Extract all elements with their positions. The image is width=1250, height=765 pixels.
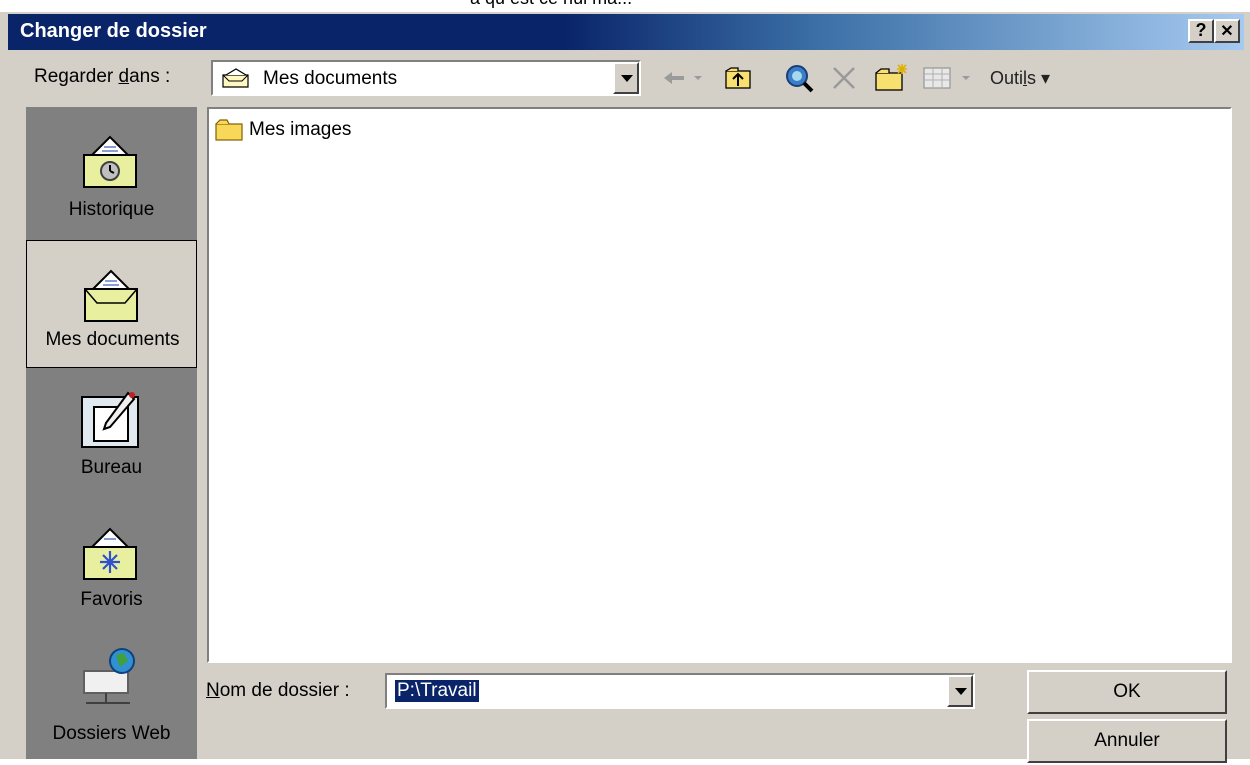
desktop-icon (81, 391, 139, 448)
background-window-fragment: a qu est ce nul ma... (0, 0, 1250, 12)
file-list[interactable]: Mes images (207, 107, 1232, 663)
cancel-button[interactable]: Annuler (1027, 719, 1227, 763)
look-in-dropdown-button[interactable] (613, 62, 639, 94)
place-label: Bureau (80, 457, 143, 478)
place-my-documents[interactable]: Mes documents (26, 240, 197, 368)
favorites-icon (83, 527, 137, 580)
look-in-combobox[interactable]: Mes documents (211, 60, 641, 96)
help-button[interactable]: ? (1188, 19, 1214, 43)
new-folder-icon (875, 64, 907, 91)
folder-name-dropdown-button[interactable] (947, 675, 973, 707)
close-button[interactable]: ✕ (1214, 19, 1240, 43)
place-web-folders[interactable]: Dossiers Web (26, 637, 197, 765)
window-title: Changer de dossier (20, 20, 207, 42)
look-in-label: Regarder dans : (34, 66, 171, 87)
delete-icon (833, 67, 855, 89)
history-icon (83, 135, 137, 188)
back-button[interactable] (660, 62, 716, 94)
folder-name-value[interactable]: P:\Travail (395, 680, 479, 702)
look-in-value: Mes documents (263, 68, 398, 89)
my-documents-icon (84, 269, 138, 322)
place-desktop[interactable]: Bureau (26, 375, 197, 503)
back-arrow-icon (664, 72, 702, 84)
title-bar[interactable]: Changer de dossier ? ✕ (8, 14, 1244, 50)
search-web-icon (786, 65, 814, 93)
web-folders-icon (83, 648, 135, 704)
background-text: a qu est ce nul ma... (470, 0, 632, 9)
place-label: Mes documents (45, 329, 180, 350)
place-label: Historique (68, 199, 155, 220)
ok-button[interactable]: OK (1027, 670, 1227, 714)
folder-name-label: Nom de dossier : (206, 680, 350, 701)
places-bar: Historique Mes documents Bureau Favoris … (26, 107, 197, 759)
up-one-level-button[interactable] (722, 62, 756, 94)
folder-name-input[interactable]: P:\Travail (385, 673, 975, 709)
chevron-down-icon (621, 75, 633, 82)
up-folder-icon (725, 67, 751, 89)
change-folder-dialog: a qu est ce nul ma... Changer de dossier… (0, 0, 1250, 763)
views-icon (923, 67, 970, 89)
close-icon: ✕ (1220, 23, 1234, 40)
delete-button[interactable] (828, 62, 860, 94)
my-documents-folder-icon (222, 68, 249, 88)
place-history[interactable]: Historique (26, 107, 197, 235)
file-name: Mes images (249, 119, 352, 140)
chevron-down-icon (955, 688, 967, 695)
place-label: Dossiers Web (52, 723, 171, 744)
place-label: Favoris (80, 589, 143, 610)
folder-icon (215, 119, 243, 141)
views-button[interactable] (920, 62, 980, 94)
tools-menu-button[interactable]: Outils ▾ (990, 68, 1050, 89)
search-web-button[interactable] (782, 62, 816, 94)
place-favorites[interactable]: Favoris (26, 507, 197, 635)
new-folder-button[interactable] (872, 62, 912, 94)
help-icon: ? (1195, 20, 1207, 40)
